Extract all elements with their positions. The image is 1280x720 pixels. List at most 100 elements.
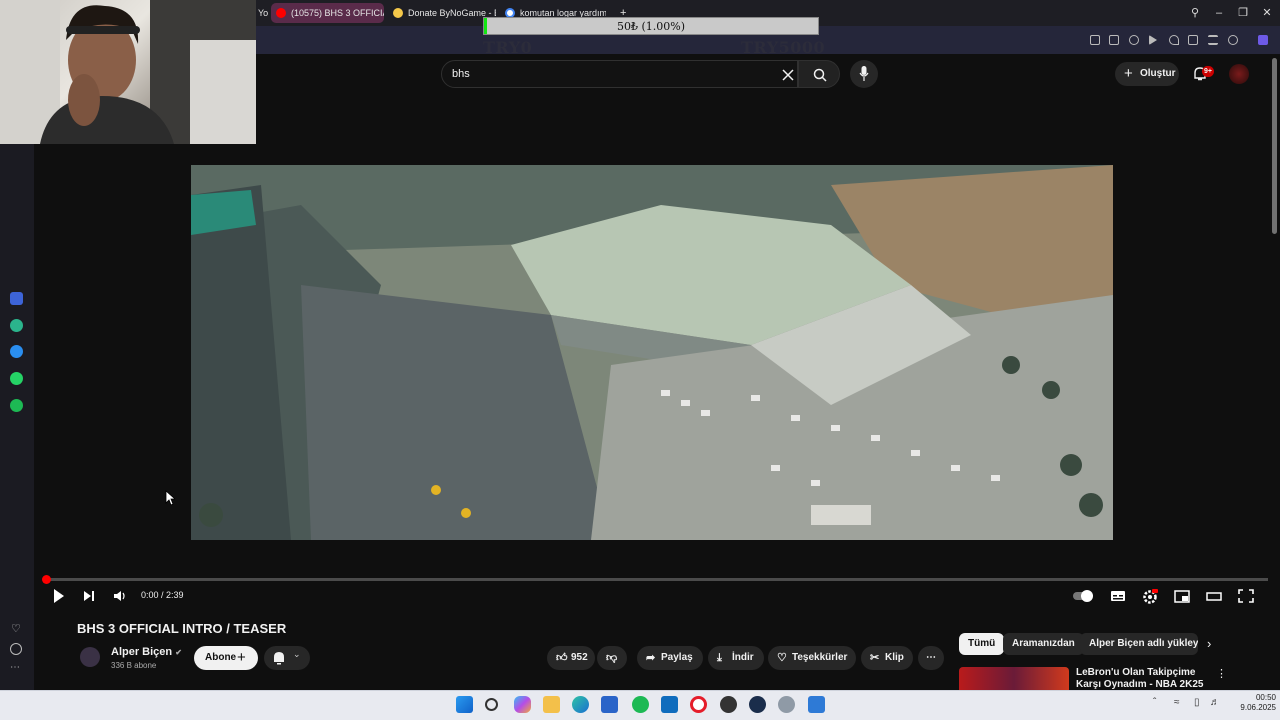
history-clock-icon[interactable] [10,643,22,655]
messenger-icon[interactable] [10,345,23,358]
download-label: İndir [732,652,754,663]
video-progress-bar[interactable] [46,578,1268,581]
webcam-overlay [0,0,256,144]
more-icon[interactable]: ⋯ [10,662,21,673]
extension-icon[interactable] [1090,35,1100,45]
app-icon[interactable] [808,696,825,713]
tab-donate[interactable]: Donate ByNoGame - BNG [388,3,496,23]
scrollbar-thumb[interactable] [1272,58,1277,234]
share-button[interactable]: ➦ Paylaş [637,646,703,670]
create-button[interactable]: + Oluştur [1115,62,1179,86]
like-button[interactable]: 👍︎ 952 [547,646,595,670]
download-button[interactable]: ⤓ İndir [708,646,764,670]
voice-search-button[interactable] [850,60,878,88]
heart-icon[interactable] [1169,35,1179,45]
network-icon[interactable]: ▯ [1194,697,1200,708]
minimize-icon[interactable]: – [1210,4,1228,22]
dislike-button[interactable]: 👎︎ [597,646,627,670]
settings-button[interactable] [1142,587,1158,605]
bynogame-favicon-icon [393,8,403,18]
maximize-icon[interactable]: ❐ [1234,4,1252,22]
tab-youtube[interactable]: (10575) BHS 3 OFFICIAL IN [271,3,384,23]
edge-icon[interactable] [572,696,589,713]
youtube-favicon-icon [276,8,286,18]
autoplay-icon [1073,590,1093,602]
close-icon[interactable]: ✕ [1258,4,1276,22]
chevron-right-icon[interactable]: › [1207,636,1211,651]
download-icon[interactable] [1188,35,1198,45]
donation-max-label: TRY5000 [741,38,826,57]
thanks-button[interactable]: ♡ Teşekkürler [768,646,856,670]
search-icon[interactable] [485,698,498,711]
autoplay-toggle[interactable] [1072,587,1096,605]
camera-icon[interactable] [1109,35,1119,45]
copilot-icon[interactable] [514,696,531,713]
streamer-image [0,0,256,144]
video-player[interactable] [191,165,1113,540]
notification-settings-button[interactable]: ⌄ [264,646,310,670]
next-button[interactable] [82,587,96,605]
obs-icon[interactable] [720,696,737,713]
settings-icon[interactable] [778,696,795,713]
theater-mode-button[interactable] [1206,587,1222,605]
channel-avatar[interactable] [80,647,100,667]
super-thanks-icon: ♡ [777,652,787,664]
profile-icon[interactable] [1228,35,1238,45]
microphone-icon [859,66,869,81]
search-tabs-icon[interactable]: ⚲ [1186,4,1204,22]
valorant-icon[interactable] [749,696,766,713]
tray-chevron-up-icon[interactable]: ˆ [1153,697,1156,708]
chip-all[interactable]: Tümü [959,633,1005,655]
menu-icon[interactable] [1208,35,1218,45]
clip-button[interactable]: ✂ Klip [861,646,913,670]
chip-uploader[interactable]: Alper Biçen adlı yükleyici [1080,633,1198,655]
plus-icon: + [1124,65,1133,82]
channel-name[interactable]: Alper Biçen ✔ [111,646,182,658]
fullscreen-button[interactable] [1238,587,1254,605]
video-progress-scrubber[interactable] [42,575,51,584]
spotify-icon[interactable] [632,696,649,713]
subtitles-button[interactable] [1110,587,1126,605]
whatsapp-icon[interactable] [10,372,23,385]
file-explorer-icon[interactable] [543,696,560,713]
tab-partial[interactable]: Yo [256,3,272,23]
vpn-icon[interactable] [1258,35,1268,45]
miniplayer-button[interactable] [1174,587,1190,605]
recommendation-title[interactable]: LeBron'u Olan Takipçime Karşı Oynadım - … [1076,667,1211,690]
recommendation-menu-icon[interactable]: ⋮ [1216,667,1227,680]
download-icon: ⤓ [717,652,722,664]
play-icon[interactable] [1149,35,1157,45]
opera-icon[interactable] [690,696,707,713]
share-icon: ➦ [646,652,656,664]
bell-icon [274,652,284,665]
plus-icon: + [237,649,246,666]
video-title: BHS 3 OFFICIAL INTRO / TEASER [77,621,287,636]
video-time: 0:00 / 2:39 [141,590,184,600]
notifications-badge: 9+ [1202,66,1214,77]
donation-progress-bar: 50₺ (1.00%) [483,17,819,35]
chip-from-search[interactable]: Aramanızdan [1003,633,1084,655]
next-icon [84,591,94,601]
speaker-icon[interactable]: ♬ [1210,697,1220,708]
start-icon[interactable] [456,696,473,713]
outlook-icon[interactable] [661,696,678,713]
search-input[interactable]: bhs [441,60,798,88]
spotify-icon[interactable] [10,399,23,412]
donation-min-label: TRY0 [483,38,533,57]
clear-search-icon[interactable] [782,69,794,81]
taskbar-clock[interactable]: 00:50 9.06.2025 [1224,693,1276,713]
store-icon[interactable] [601,696,618,713]
aria-icon[interactable] [10,292,23,305]
subscribe-button[interactable]: Abone + [194,646,258,670]
wifi-icon[interactable]: ≈ [1174,697,1180,708]
more-actions-button[interactable]: ⋯ [918,646,944,670]
account-avatar[interactable] [1229,64,1249,84]
search-button[interactable] [798,60,840,88]
favorites-heart-icon[interactable]: ♡ [11,622,21,635]
play-button[interactable] [52,587,66,605]
shield-icon[interactable] [1129,35,1139,45]
recommendation-thumbnail[interactable] [959,667,1069,690]
browser-sidebar: ♡ ⋯ [0,144,34,690]
chatgpt-icon[interactable] [10,319,23,332]
volume-button[interactable] [113,587,127,605]
